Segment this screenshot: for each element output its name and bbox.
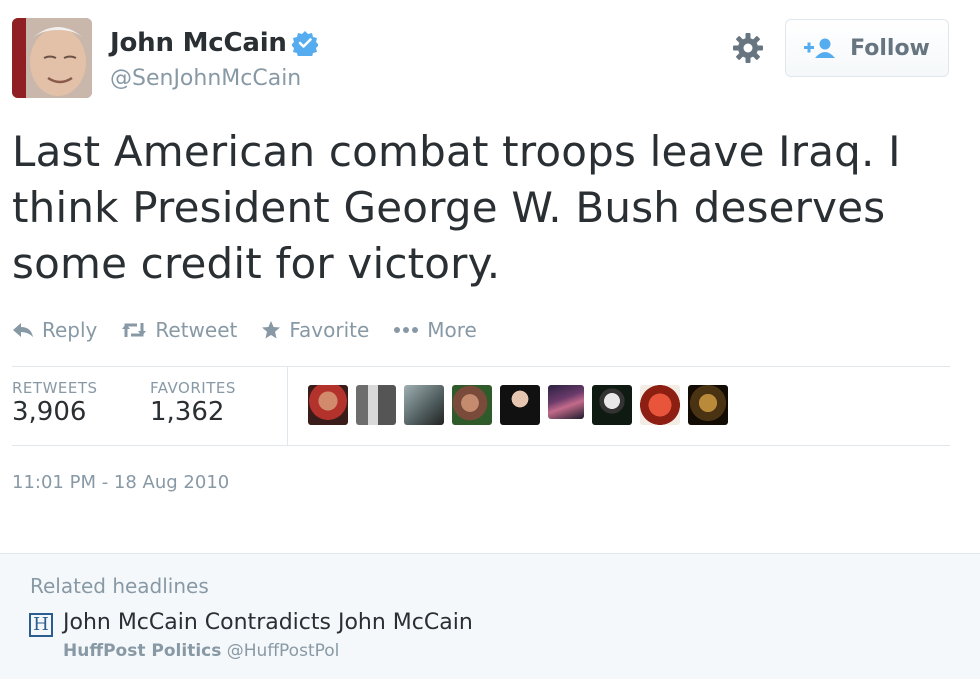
- tweet-actions: Reply Retweet Favorite More: [12, 318, 477, 342]
- related-source[interactable]: HuffPost Politics @HuffPostPol: [63, 641, 339, 661]
- favoriter-avatar[interactable]: [592, 385, 632, 425]
- retweets-count: 3,906: [12, 397, 87, 427]
- stats-divider: [287, 367, 288, 445]
- favorites-label: FAVORITES: [150, 379, 236, 397]
- retweet-icon: [122, 323, 147, 337]
- author-avatar[interactable]: [12, 18, 92, 98]
- divider: [12, 445, 950, 446]
- star-icon: [262, 321, 281, 339]
- favorite-label: Favorite: [289, 318, 370, 342]
- author-handle[interactable]: @SenJohnMcCain: [110, 66, 301, 91]
- more-button[interactable]: More: [393, 318, 477, 342]
- retweet-label: Retweet: [155, 318, 238, 342]
- gear-icon[interactable]: [730, 30, 766, 66]
- favoriter-avatar[interactable]: [548, 385, 584, 419]
- reply-icon: [13, 323, 33, 337]
- retweets-label: RETWEETS: [12, 379, 98, 397]
- related-headlines-title: Related headlines: [30, 574, 209, 598]
- favoriter-avatar[interactable]: [500, 385, 540, 425]
- favoriter-avatars: [308, 385, 728, 425]
- follow-label: Follow: [850, 35, 930, 61]
- reply-button[interactable]: Reply: [12, 318, 97, 342]
- favoriter-avatar[interactable]: [356, 385, 396, 425]
- huffpost-logo-icon: H: [29, 613, 53, 637]
- verified-badge-icon: [292, 31, 318, 56]
- source-name: HuffPost Politics: [63, 641, 222, 661]
- more-dots-icon: [394, 327, 419, 333]
- favoriter-avatar[interactable]: [308, 385, 348, 425]
- avatar-image: [12, 18, 92, 98]
- favorites-count: 1,362: [150, 397, 225, 427]
- favoriter-avatar[interactable]: [688, 385, 728, 425]
- favorite-button[interactable]: Favorite: [261, 318, 369, 342]
- divider: [12, 366, 950, 367]
- favoriter-avatar[interactable]: [404, 385, 444, 425]
- retweets-stat[interactable]: RETWEETS 3,906: [12, 379, 98, 427]
- retweet-button[interactable]: Retweet: [121, 318, 237, 342]
- tweet-timestamp[interactable]: 11:01 PM - 18 Aug 2010: [12, 472, 229, 493]
- reply-label: Reply: [42, 318, 98, 342]
- favoriter-avatar[interactable]: [452, 385, 492, 425]
- more-label: More: [427, 318, 477, 342]
- follow-button[interactable]: Follow: [785, 19, 949, 77]
- related-headline-link[interactable]: John McCain Contradicts John McCain: [63, 610, 473, 635]
- favorites-stat[interactable]: FAVORITES 1,362: [150, 379, 236, 427]
- favoriter-avatar[interactable]: [640, 385, 680, 425]
- author-name[interactable]: John McCain: [110, 28, 287, 58]
- tweet-text: Last American combat troops leave Iraq. …: [12, 127, 901, 288]
- add-user-icon: [804, 38, 836, 58]
- source-handle: @HuffPostPol: [226, 641, 340, 661]
